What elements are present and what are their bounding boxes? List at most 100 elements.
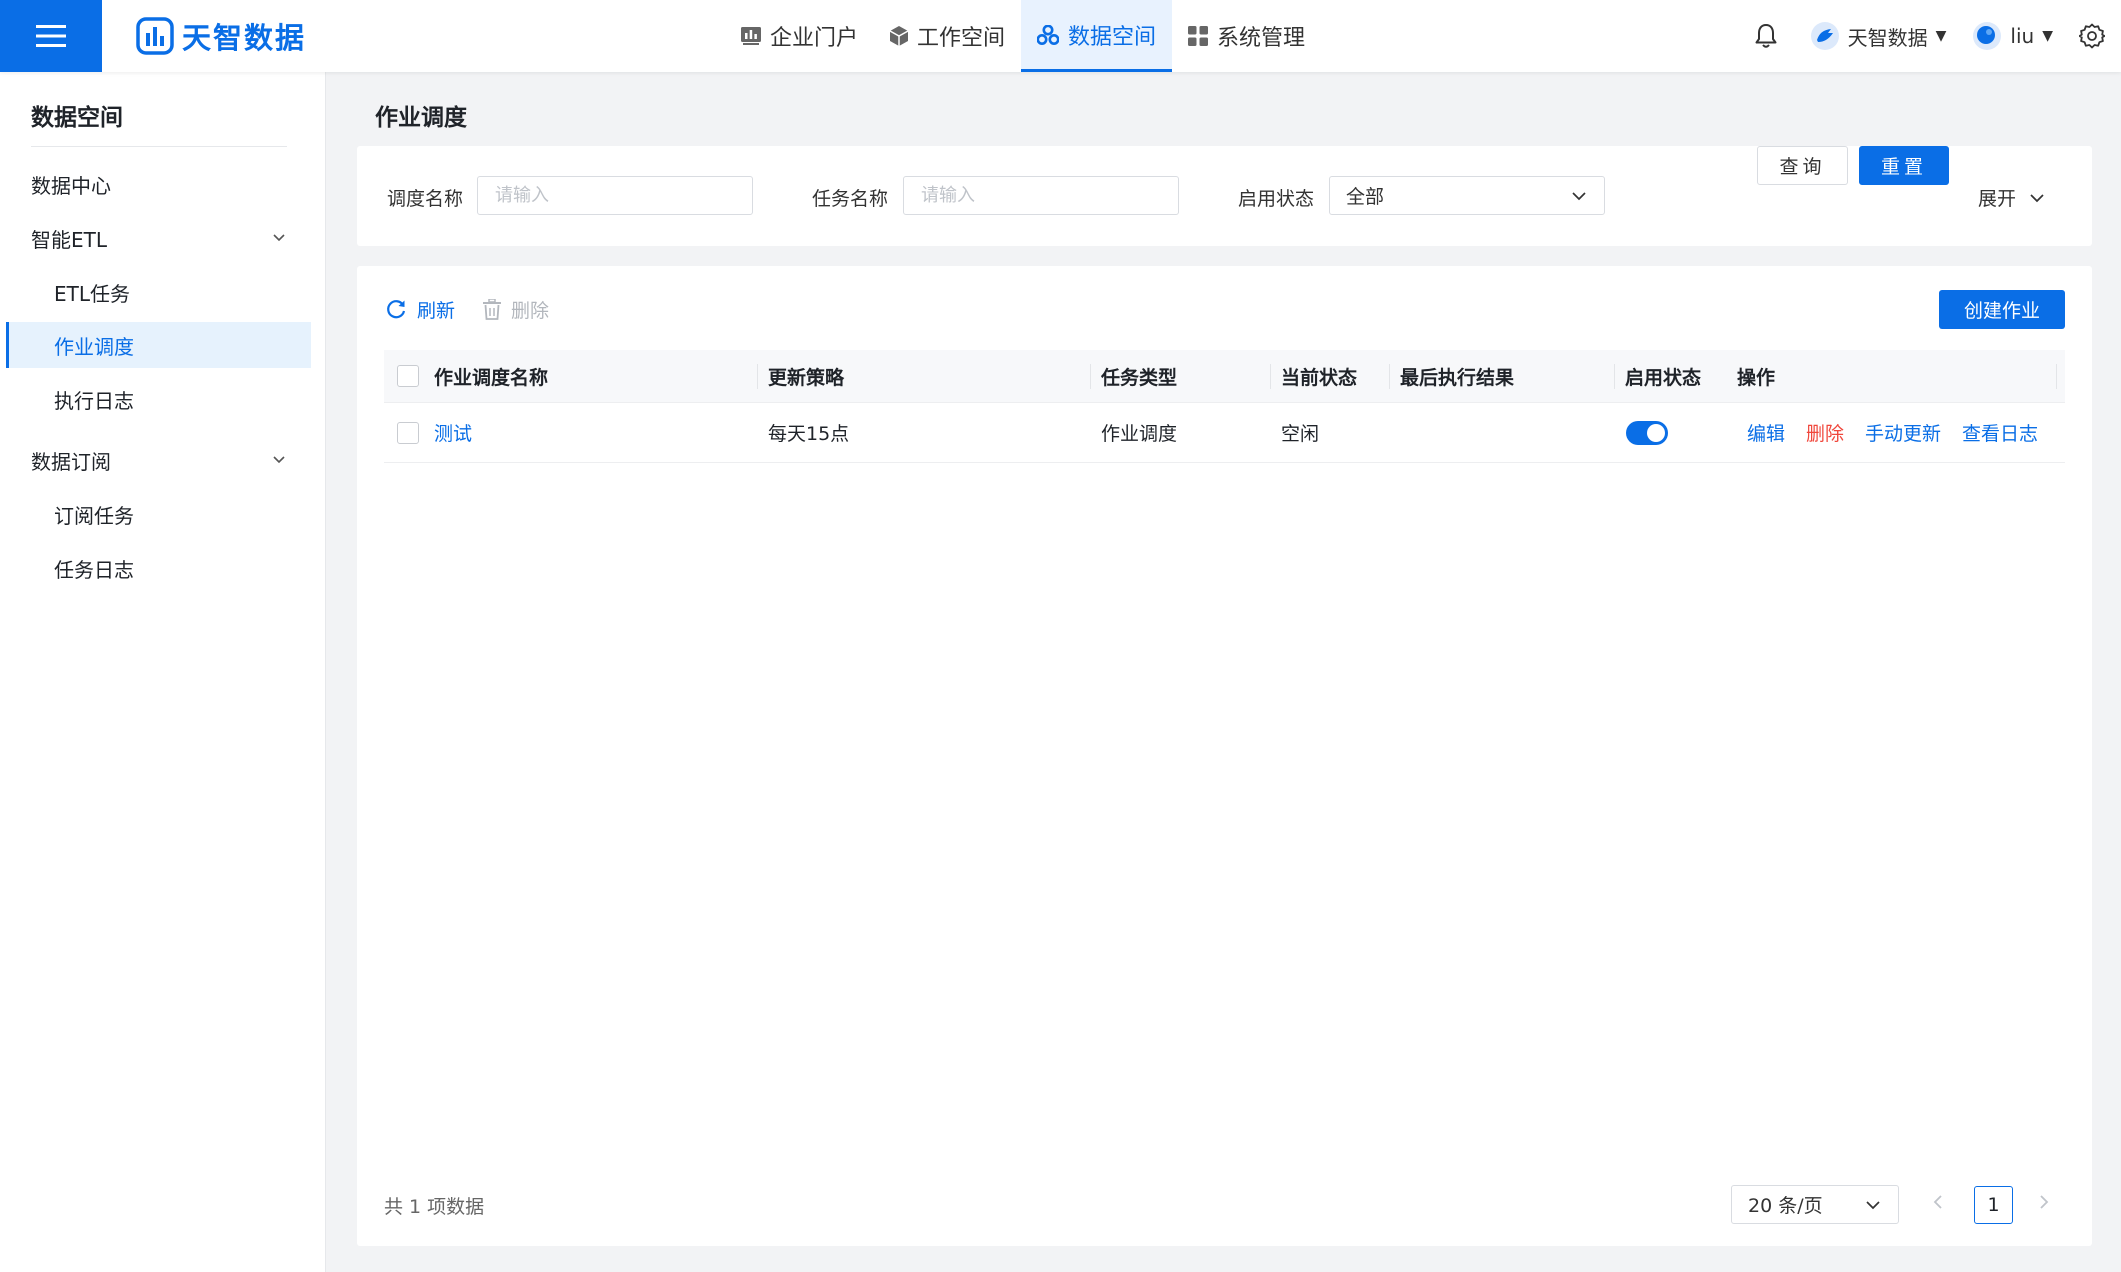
hamburger-menu-button[interactable]	[0, 0, 102, 72]
chevron-left-icon	[1933, 1195, 1942, 1209]
user-name: liu	[2010, 24, 2035, 48]
page-number-current[interactable]: 1	[1974, 1186, 2013, 1224]
org-switcher[interactable]: 天智数据 ▼	[1810, 21, 1946, 51]
user-menu[interactable]: liu ▼	[1972, 21, 2053, 51]
column-divider	[1270, 364, 1271, 389]
reset-button[interactable]: 重置	[1859, 146, 1949, 185]
header-right: 天智数据 ▼ liu ▼	[1754, 0, 2121, 72]
enabled-toggle[interactable]	[1626, 421, 1668, 445]
sidebar-item-execution-log[interactable]: 执行日志	[0, 376, 311, 422]
schedule-name-label: 调度名称	[387, 188, 464, 210]
gear-icon	[2079, 23, 2105, 49]
prev-page-button[interactable]	[1931, 1192, 1945, 1218]
topnav-enterprise-portal[interactable]: 企业门户	[725, 0, 874, 72]
column-divider	[2056, 364, 2057, 389]
sidebar-item-label: 数据订阅	[31, 449, 111, 474]
sidebar-item-data-subscription[interactable]: 数据订阅	[0, 437, 311, 483]
sidebar-item-etl-tasks[interactable]: ETL任务	[0, 269, 311, 315]
task-name-label: 任务名称	[812, 188, 889, 210]
topnav-dataspace[interactable]: 数据空间	[1021, 0, 1173, 72]
column-header-name: 作业调度名称	[434, 366, 549, 389]
topnav-label: 系统管理	[1217, 26, 1306, 51]
cube-icon	[890, 26, 909, 46]
chevron-down-icon	[273, 456, 285, 464]
row-checkbox[interactable]	[397, 422, 419, 444]
sidebar-item-data-center[interactable]: 数据中心	[0, 161, 311, 207]
hamburger-icon	[36, 25, 66, 47]
expand-filters-toggle[interactable]: 展开	[1978, 184, 2046, 211]
next-page-button[interactable]	[2037, 1192, 2051, 1218]
user-avatar-icon	[1973, 22, 2002, 50]
page-size-select[interactable]: 20 条/页	[1731, 1185, 1899, 1224]
chart-icon	[741, 27, 761, 45]
edit-link[interactable]: 编辑	[1747, 403, 1785, 462]
cell-task-type: 作业调度	[1101, 423, 1178, 445]
sidebar-item-job-scheduling[interactable]: 作业调度	[6, 322, 311, 368]
query-button-label: 查询	[1779, 156, 1826, 178]
topnav-system-admin[interactable]: 系统管理	[1172, 0, 1321, 72]
topnav-label: 企业门户	[770, 26, 859, 51]
bell-icon	[1755, 24, 1777, 48]
refresh-button[interactable]: 刷新	[385, 294, 455, 324]
topnav-label: 数据空间	[1068, 24, 1157, 50]
job-name-link[interactable]: 测试	[434, 403, 472, 462]
reset-button-label: 重置	[1880, 156, 1927, 178]
page-size-value: 20 条/页	[1748, 1195, 1823, 1217]
query-button[interactable]: 查询	[1757, 146, 1848, 185]
logo-mark-icon	[136, 17, 174, 55]
create-job-button[interactable]: 创建作业	[1939, 290, 2065, 329]
column-header-strategy: 更新策略	[768, 366, 845, 389]
delete-label: 删除	[511, 299, 550, 322]
bulk-delete-button[interactable]: 删除	[483, 294, 549, 324]
manual-update-link[interactable]: 手动更新	[1865, 403, 1941, 462]
sidebar-item-smart-etl[interactable]: 智能ETL	[0, 215, 311, 261]
chevron-down-icon	[1866, 1200, 1880, 1209]
page-number-label: 1	[1987, 1194, 2000, 1216]
settings-button[interactable]	[2079, 23, 2105, 49]
status-select[interactable]: 全部	[1329, 176, 1605, 215]
org-avatar-icon	[1810, 22, 1839, 50]
refresh-icon	[387, 300, 406, 319]
delete-link[interactable]: 删除	[1806, 403, 1844, 462]
sidebar-item-label: 任务日志	[54, 557, 134, 582]
cluster-icon	[1037, 24, 1060, 45]
schedule-name-input[interactable]	[477, 176, 753, 215]
topnav-label: 工作空间	[917, 26, 1006, 51]
org-name: 天智数据	[1847, 25, 1928, 50]
expand-label: 展开	[1978, 188, 2017, 210]
brand-logo[interactable]: 天智数据	[136, 15, 306, 57]
grid-icon	[1188, 26, 1209, 46]
task-name-input[interactable]	[903, 176, 1179, 215]
brand-name: 天智数据	[182, 21, 307, 55]
select-all-checkbox[interactable]	[397, 365, 419, 387]
column-divider	[1090, 364, 1091, 389]
trash-icon	[483, 298, 501, 320]
cell-current-status: 空闲	[1281, 423, 1320, 445]
sidebar-item-label: 执行日志	[54, 388, 134, 413]
column-header-last-result: 最后执行结果	[1400, 366, 1515, 389]
sidebar-divider	[31, 146, 287, 147]
table-header: 作业调度名称 更新策略 任务类型 当前状态 最后执行结果 启用状态 操作	[384, 350, 2065, 403]
chevron-down-icon	[1572, 191, 1586, 200]
column-header-actions: 操作	[1737, 366, 1776, 389]
sidebar-item-subscription-tasks[interactable]: 订阅任务	[0, 491, 311, 537]
column-divider	[1614, 364, 1615, 389]
pagination-total: 共 1 项数据	[384, 1196, 485, 1218]
sidebar-item-label: 数据中心	[31, 173, 111, 198]
sidebar-item-task-log[interactable]: 任务日志	[0, 545, 311, 591]
column-divider	[757, 364, 758, 389]
refresh-label: 刷新	[417, 299, 456, 322]
top-navigation: 企业门户 工作空间 数据空间 系统管理	[725, 0, 1321, 72]
view-log-link[interactable]: 查看日志	[1962, 403, 2038, 462]
topnav-workspace[interactable]: 工作空间	[874, 0, 1021, 72]
status-label: 启用状态	[1238, 188, 1315, 210]
notifications-button[interactable]	[1754, 23, 1778, 49]
job-table-panel: 刷新 删除 创建作业 作业调度名称 更新策略 任务类型 当前状态 最后执行结果 …	[357, 266, 2092, 1246]
column-header-task-type: 任务类型	[1101, 366, 1178, 389]
cell-strategy: 每天15点	[768, 423, 850, 445]
table-row: 测试 每天15点 作业调度 空闲 编辑 删除 手动更新 查看日志	[384, 403, 2065, 463]
top-header: 天智数据 企业门户 工作空间 数据空间 系统管理 天智数据 ▼ liu ▼	[0, 0, 2121, 72]
column-header-current-status: 当前状态	[1281, 366, 1358, 389]
create-job-label: 创建作业	[1963, 300, 2040, 322]
filter-panel: 调度名称 任务名称 启用状态 全部 查询 重置 展开	[357, 146, 2092, 246]
